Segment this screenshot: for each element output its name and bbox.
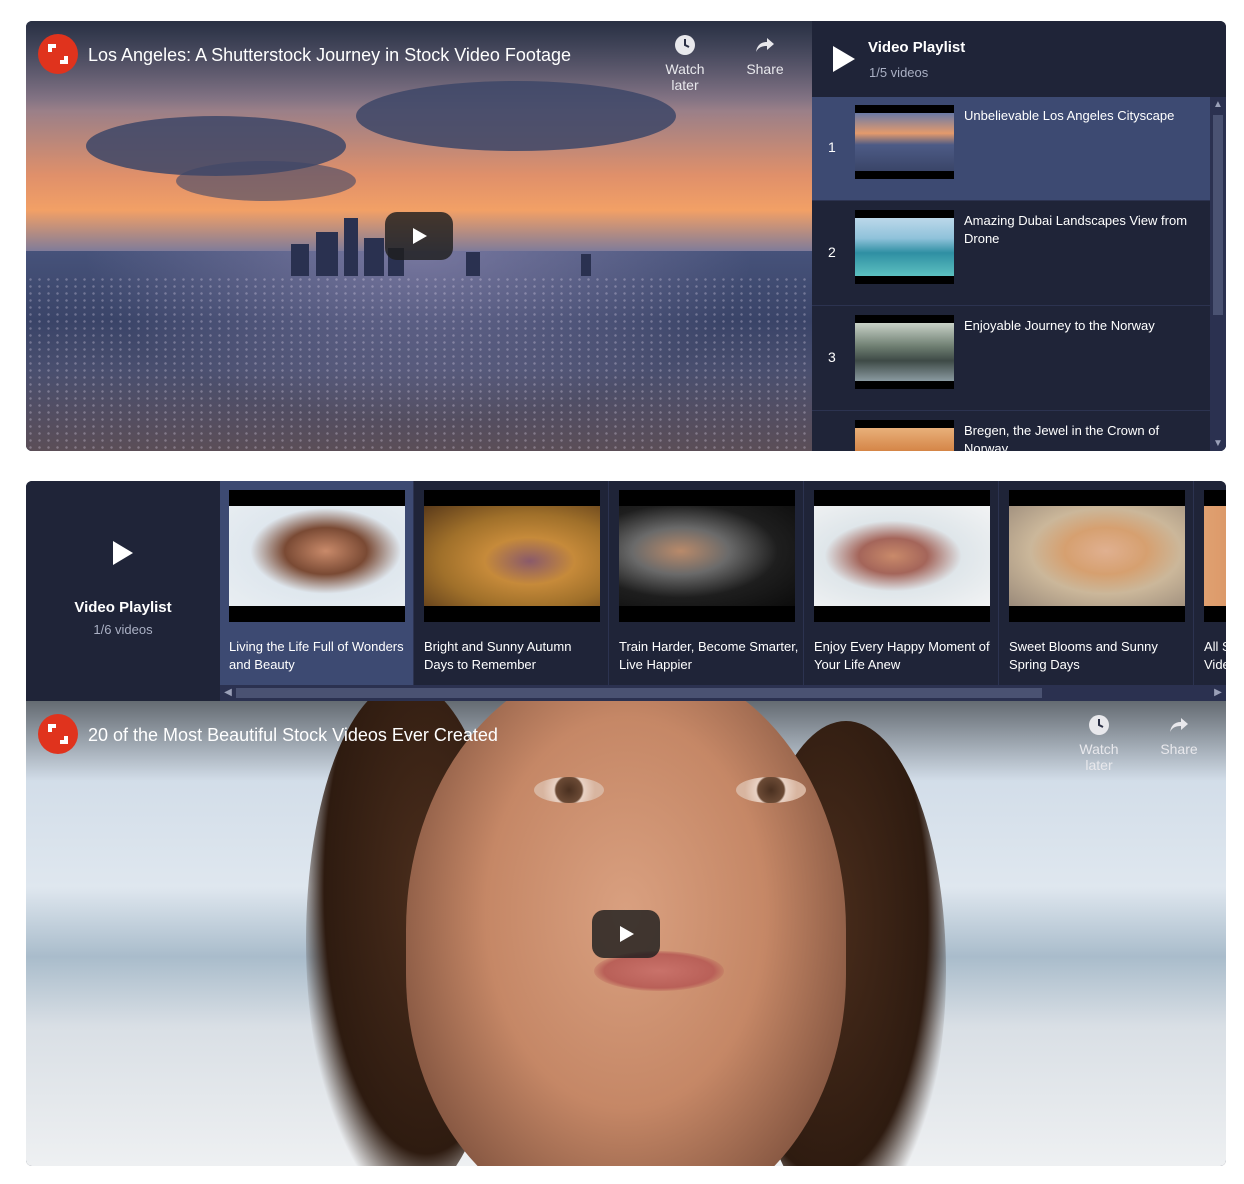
playlist-item-title: Amazing Dubai Landscapes View from Drone (964, 213, 1188, 246)
watch-later-label: Watch later (1079, 741, 1119, 773)
video-title[interactable]: Los Angeles: A Shutterstock Journey in S… (88, 45, 571, 66)
scene-city-lights (26, 276, 812, 451)
playlist-item-thumbnail (855, 315, 954, 389)
playlist-header: Video Playlist 1/6 videos (26, 481, 220, 685)
scrollbar-thumb[interactable] (1213, 115, 1223, 315)
playlist-card-title: Bright and Sunny Autumn Days to Remember (424, 639, 572, 672)
scene-building (344, 218, 358, 276)
playlist-list: 1 Unbelievable Los Angeles Cityscape 2 A… (812, 97, 1210, 451)
chevron-right-icon[interactable]: ▶ (1210, 687, 1226, 698)
playlist-count: 1/5 videos (869, 65, 929, 80)
playlist-card-2[interactable]: Bright and Sunny Autumn Days to Remember (415, 481, 609, 685)
shutterstock-logo-icon[interactable] (38, 34, 78, 74)
playlist-card-title: Enjoy Every Happy Moment of Your Life An… (814, 639, 990, 672)
scene-building (316, 232, 338, 276)
playlist-item-1[interactable]: 1 Unbelievable Los Angeles Cityscape (812, 97, 1210, 201)
playlist-card-5[interactable]: Sweet Blooms and Sunny Spring Days (1000, 481, 1194, 685)
playlist-item-thumbnail (855, 420, 954, 451)
playlist-card-4[interactable]: Enjoy Every Happy Moment of Your Life An… (805, 481, 999, 685)
playlist-card-title: Living the Life Full of Wonders and Beau… (229, 639, 404, 672)
playlist-title: Video Playlist (74, 599, 172, 616)
play-icon (620, 926, 634, 942)
playlist-sidebar: Video Playlist 1/5 videos 1 Unbelievable… (812, 21, 1226, 451)
playlist-header: Video Playlist 1/5 videos (812, 21, 1226, 97)
chevron-left-icon[interactable]: ◀ (220, 687, 236, 698)
share-arrow-icon (756, 38, 774, 52)
scene-building (466, 252, 480, 276)
clock-icon (1089, 715, 1109, 735)
playlist-scrollbar[interactable]: ◀ ▶ (220, 685, 1226, 701)
playlist-item-2[interactable]: 2 Amazing Dubai Landscapes View from Dro… (812, 202, 1210, 306)
share-label: Share (1160, 741, 1198, 757)
scene-building (364, 238, 384, 276)
playlist-item-title: Bregen, the Jewel in the Crown of Norway (964, 423, 1160, 451)
playlist-card-thumbnail (814, 490, 990, 622)
playlist-item-title: Enjoyable Journey to the Norway (964, 318, 1155, 333)
clock-icon (675, 35, 695, 55)
scene-city (26, 251, 812, 451)
play-icon (113, 541, 133, 565)
scene-eye (534, 777, 604, 803)
watch-later-button[interactable]: Watch later (650, 33, 720, 93)
video-playlist-widget-vertical: Los Angeles: A Shutterstock Journey in S… (26, 21, 1226, 451)
playlist-item-3[interactable]: 3 Enjoyable Journey to the Norway (812, 307, 1210, 411)
playlist-item-number: 1 (828, 139, 836, 155)
playlist-card-thumbnail (619, 490, 795, 622)
playlist-card-3[interactable]: Train Harder, Become Smarter, Live Happi… (610, 481, 804, 685)
video-playlist-widget-horizontal: Video Playlist 1/6 videos Living the Lif… (26, 481, 1226, 1166)
playlist-card-1[interactable]: Living the Life Full of Wonders and Beau… (220, 481, 414, 685)
playlist-scrollbar[interactable]: ▲ ▼ (1210, 97, 1226, 451)
chevron-down-icon[interactable]: ▼ (1210, 438, 1226, 449)
playlist-cards: Living the Life Full of Wonders and Beau… (220, 481, 1226, 685)
playlist-card-thumbnail (1009, 490, 1185, 622)
share-arrow-icon (1170, 718, 1188, 732)
playlist-card-thumbnail (1204, 490, 1226, 622)
playlist-card-thumbnail (229, 490, 405, 622)
share-button[interactable]: Share (730, 33, 800, 77)
big-play-button[interactable] (385, 212, 453, 260)
scene-building (581, 254, 591, 276)
playlist-item-4[interactable]: 4 Bregen, the Jewel in the Crown of Norw… (812, 412, 1210, 451)
playlist-item-thumbnail (855, 210, 954, 284)
playlist-item-thumbnail (855, 105, 954, 179)
playlist-item-number: 2 (828, 244, 836, 260)
scene-cloud (356, 81, 676, 151)
chevron-up-icon[interactable]: ▲ (1210, 99, 1226, 110)
playlist-card-title: Sweet Blooms and Sunny Spring Days (1009, 639, 1158, 672)
video-title[interactable]: 20 of the Most Beautiful Stock Videos Ev… (88, 725, 498, 746)
shutterstock-logo-icon[interactable] (38, 714, 78, 754)
scene-building (291, 244, 309, 276)
video-player[interactable]: Los Angeles: A Shutterstock Journey in S… (26, 21, 812, 451)
watch-later-label: Watch later (665, 61, 705, 93)
playlist-card-title: Train Harder, Become Smarter, Live Happi… (619, 639, 799, 672)
playlist-count: 1/6 videos (93, 622, 153, 637)
playlist-card-thumbnail (424, 490, 600, 622)
watch-later-button[interactable]: Watch later (1064, 713, 1134, 773)
video-player[interactable]: 20 of the Most Beautiful Stock Videos Ev… (26, 701, 1226, 1166)
playlist-title: Video Playlist (868, 39, 966, 56)
big-play-button[interactable] (592, 910, 660, 958)
share-label: Share (746, 61, 784, 77)
scene-cloud (176, 161, 356, 201)
scene-eye (736, 777, 806, 803)
play-icon (413, 228, 427, 244)
scrollbar-thumb[interactable] (236, 688, 1042, 698)
playlist-card-title: All Shades of Blue in One Video (1204, 639, 1226, 672)
play-icon (833, 46, 855, 72)
share-button[interactable]: Share (1144, 713, 1214, 757)
playlist-card-6[interactable]: All Shades of Blue in One Video (1195, 481, 1226, 685)
playlist-item-title: Unbelievable Los Angeles Cityscape (964, 108, 1175, 123)
playlist-item-number: 3 (828, 349, 836, 365)
